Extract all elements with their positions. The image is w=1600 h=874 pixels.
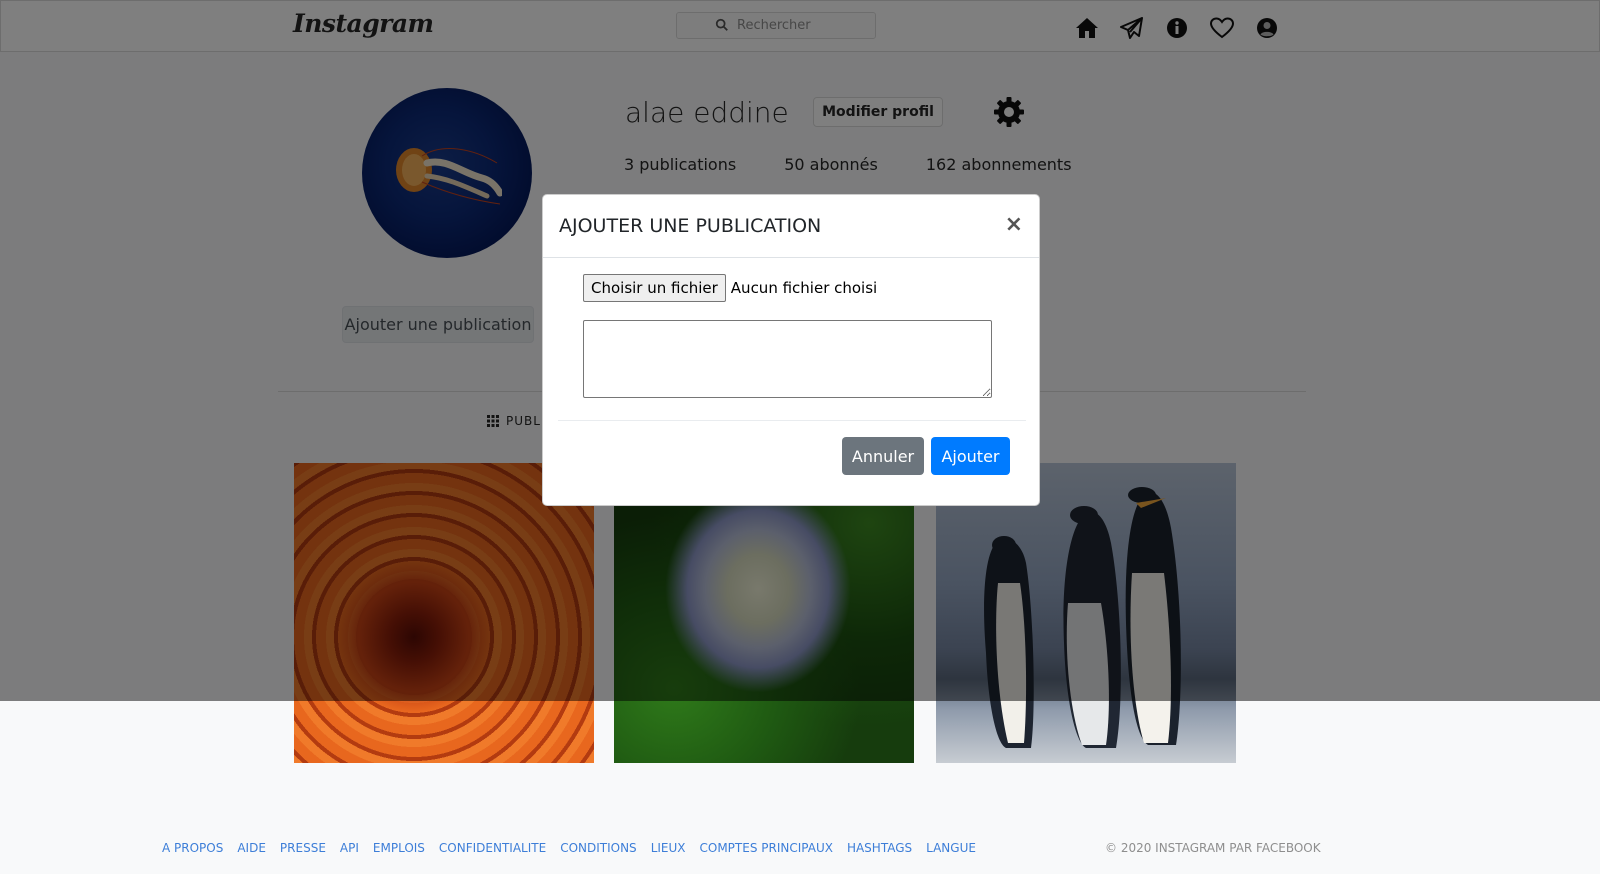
footer-link-hashtags[interactable]: HASHTAGS [847, 841, 912, 855]
footer-link-emplois[interactable]: EMPLOIS [373, 841, 425, 855]
caption-textarea[interactable] [583, 320, 992, 398]
footer-link-confidentialite[interactable]: CONFIDENTIALITE [439, 841, 546, 855]
cancel-button[interactable]: Annuler [842, 437, 924, 475]
footer-link-comptes[interactable]: COMPTES PRINCIPAUX [700, 841, 833, 855]
file-input[interactable]: Choisir un fichier Aucun fichier choisi [583, 274, 877, 302]
footer-link-aide[interactable]: AIDE [237, 841, 266, 855]
choose-file-button[interactable]: Choisir un fichier [583, 274, 726, 302]
submit-button[interactable]: Ajouter [931, 437, 1010, 475]
modal-title: AJOUTER UNE PUBLICATION [559, 215, 822, 237]
modal-header: AJOUTER UNE PUBLICATION × [543, 195, 1039, 258]
close-button[interactable]: × [1005, 212, 1023, 237]
footer-link-api[interactable]: API [340, 841, 359, 855]
footer-link-langue[interactable]: LANGUE [926, 841, 976, 855]
file-status: Aucun fichier choisi [730, 279, 878, 297]
footer-link-conditions[interactable]: CONDITIONS [560, 841, 637, 855]
footer-links: A PROPOS AIDE PRESSE API EMPLOIS CONFIDE… [162, 841, 976, 855]
add-publication-modal: AJOUTER UNE PUBLICATION × Choisir un fic… [542, 194, 1040, 506]
modal-footer-divider [558, 420, 1026, 421]
copyright-text: © 2020 INSTAGRAM PAR FACEBOOK [1105, 841, 1321, 855]
footer-link-presse[interactable]: PRESSE [280, 841, 326, 855]
footer-link-apropos[interactable]: A PROPOS [162, 841, 223, 855]
footer-link-lieux[interactable]: LIEUX [651, 841, 686, 855]
